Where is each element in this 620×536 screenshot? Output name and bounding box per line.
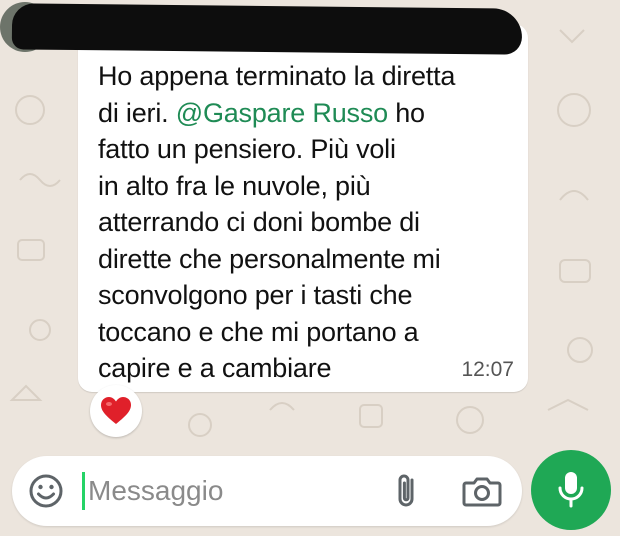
heart-icon [101, 397, 131, 424]
microphone-icon [558, 472, 584, 508]
message-bubble[interactable]: Ho appena terminato la diretta di ieri. … [78, 24, 528, 392]
message-input[interactable] [88, 468, 368, 514]
sender-name-redaction [11, 3, 523, 55]
paperclip-icon[interactable] [392, 472, 420, 510]
message-text: Ho appena terminato la diretta di ieri. … [98, 61, 456, 383]
message-timestamp: 12:07 [461, 358, 514, 381]
mention-link[interactable]: @Gaspare Russo [176, 98, 388, 128]
smiley-icon[interactable] [28, 473, 64, 509]
message-reaction[interactable] [90, 385, 142, 437]
voice-record-button[interactable] [531, 450, 611, 530]
camera-icon[interactable] [462, 474, 502, 508]
message-composer [12, 456, 522, 526]
text-cursor [82, 472, 85, 510]
